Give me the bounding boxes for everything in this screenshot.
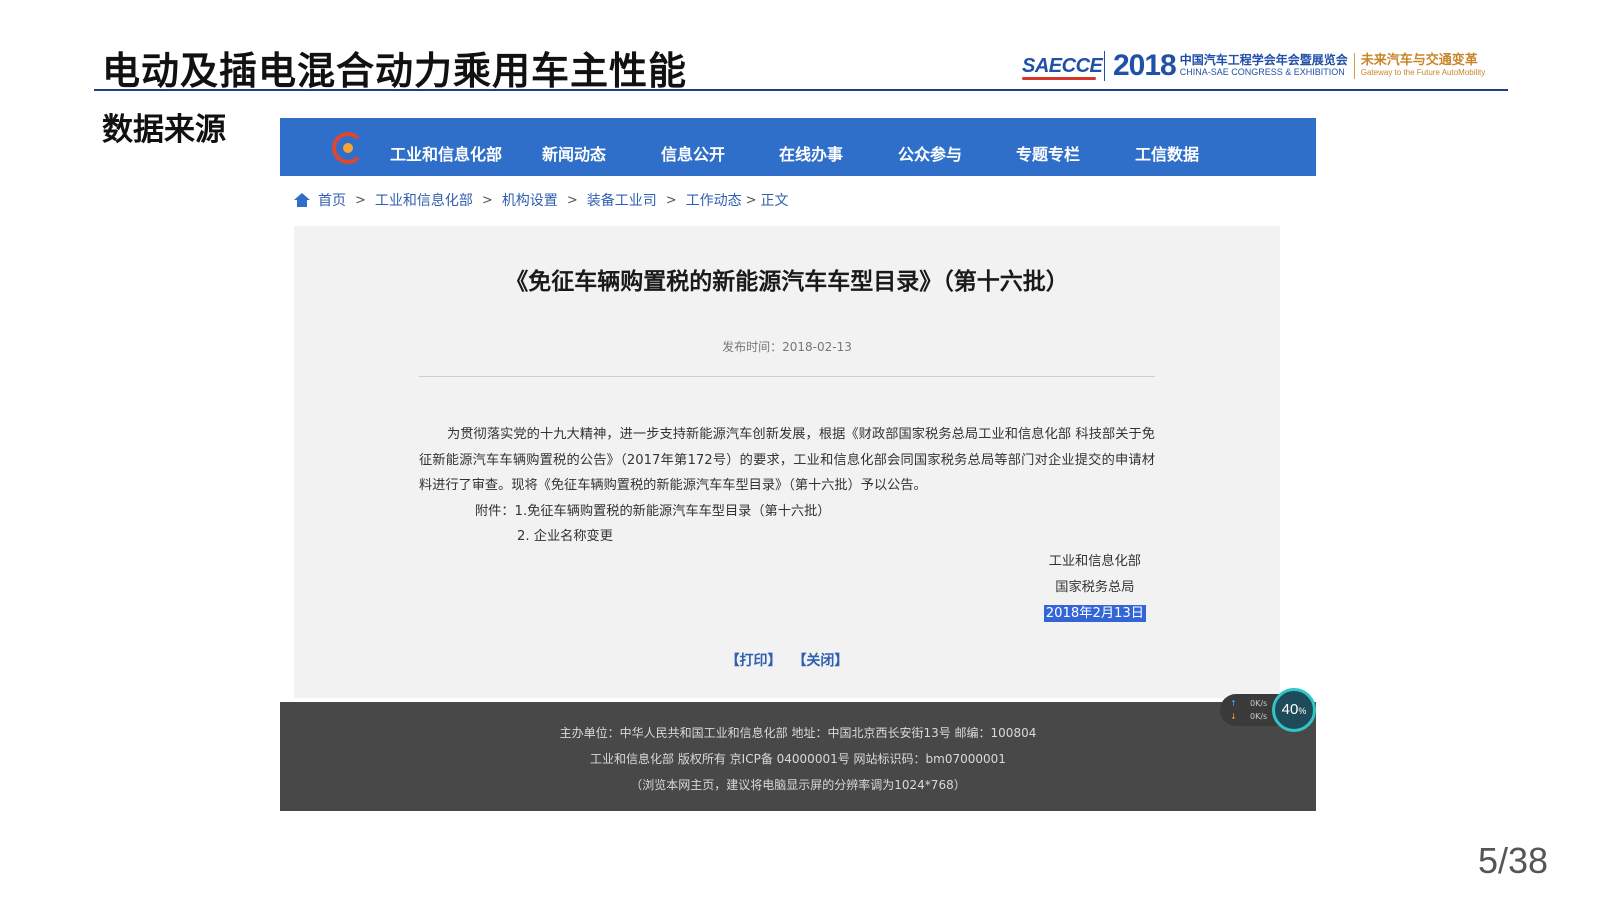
crumb-miit[interactable]: 工业和信息化部 <box>375 190 473 210</box>
attachment-2: 2. 企业名称变更 <box>517 529 613 544</box>
footer-line-1: 主办单位：中华人民共和国工业和信息化部 地址：中国北京西长安街13号 邮编：10… <box>559 726 1037 740</box>
crumb-separator: > <box>665 192 677 208</box>
article-panel: 《免征车辆购置税的新能源汽车车型目录》（第十六批） 发布时间：2018-02-1… <box>294 226 1280 698</box>
site-footer: 主办单位：中华人民共和国工业和信息化部 地址：中国北京西长安街13号 邮编：10… <box>280 702 1316 811</box>
brand-divider-2 <box>1353 53 1355 79</box>
signer-tax-bureau: 国家税务总局 <box>1055 580 1135 595</box>
footer-line-3: （浏览本网主页，建议将电脑显示屏的分辨率调为1024*768） <box>630 778 966 792</box>
crumb-separator: > <box>745 192 757 208</box>
nav-item-news[interactable]: 新闻动态 <box>542 118 606 176</box>
saecce-logo-text: SAECCE <box>1022 54 1103 77</box>
article-title: 《免征车辆购置税的新能源汽车车型目录》（第十六批） <box>505 269 1069 295</box>
conference-brand: SAECCE 2018 中国汽车工程学会年会暨展览会 CHINA-SAE CON… <box>1022 46 1508 86</box>
print-link[interactable]: 【打印】 <box>726 653 782 669</box>
usage-percent-unit: % <box>1298 706 1307 716</box>
usage-percent: 40 <box>1281 701 1299 718</box>
crumb-work-news[interactable]: 工作动态 <box>686 190 742 210</box>
article-signers: 工业和信息化部 国家税务总局 2018年2月13日 <box>1043 549 1146 627</box>
nav-item-public[interactable]: 公众参与 <box>898 118 962 176</box>
logo-swoosh-icon <box>1022 76 1096 80</box>
download-speed: 0K/s <box>1250 712 1268 721</box>
title-divider <box>94 89 1508 91</box>
footer-line-2: 工业和信息化部 版权所有 京ICP备 04000001号 网站标识码：bm070… <box>590 752 1006 766</box>
site-nav-bar: 工业和信息化部 新闻动态 信息公开 在线办事 公众参与 专题专栏 工信数据 <box>280 118 1316 176</box>
crumb-separator: > <box>355 192 366 208</box>
home-icon[interactable] <box>294 193 310 207</box>
brand-year: 2018 <box>1113 49 1177 82</box>
signed-date: 2018年2月13日 <box>1043 605 1146 622</box>
article-paragraph: 为贯彻落实党的十九大精神，进一步支持新能源汽车创新发展，根据《财政部国家税务总局… <box>419 427 1155 493</box>
miit-logo-icon[interactable] <box>332 132 364 164</box>
memory-usage-ring[interactable]: 40% <box>1272 688 1316 732</box>
download-arrow-icon: ↓ <box>1230 712 1237 721</box>
embedded-webpage: 工业和信息化部 新闻动态 信息公开 在线办事 公众参与 专题专栏 工信数据 首页… <box>280 118 1316 811</box>
crumb-equipment-dept[interactable]: 装备工业司 <box>587 190 657 210</box>
article-date: 发布时间：2018-02-13 <box>722 340 852 354</box>
brand-slogan-en: Gateway to the Future AutoMobility <box>1360 67 1486 77</box>
article-body: 为贯彻落实党的十九大精神，进一步支持新能源汽车创新发展，根据《财政部国家税务总局… <box>419 422 1155 550</box>
nav-item-topics[interactable]: 专题专栏 <box>1016 118 1080 176</box>
section-label: 数据来源 <box>102 112 226 148</box>
nav-item-miit[interactable]: 工业和信息化部 <box>390 118 502 176</box>
saecce-logo: SAECCE <box>1022 55 1103 80</box>
brand-name-cn: 中国汽车工程学会年会暨展览会 <box>1179 53 1348 68</box>
brand-name: 中国汽车工程学会年会暨展览会 CHINA-SAE CONGRESS & EXHI… <box>1180 54 1348 77</box>
crumb-current: 正文 <box>760 193 789 209</box>
breadcrumb: 首页 > 工业和信息化部 > 机构设置 > 装备工业司 > 工作动态 > 正文 <box>294 190 789 210</box>
close-link[interactable]: 【关闭】 <box>792 653 848 669</box>
upload-speed: 0K/s <box>1250 699 1268 708</box>
network-speed-widget[interactable]: ↑ 0K/s ↓ 0K/s 40% <box>1220 688 1318 732</box>
crumb-separator: > <box>566 192 578 208</box>
brand-slogan-cn: 未来汽车与交通变革 <box>1360 53 1478 69</box>
article-actions: 【打印】 【关闭】 <box>294 650 1280 670</box>
brand-slogan: 未来汽车与交通变革 Gateway to the Future AutoMobi… <box>1361 54 1486 77</box>
upload-arrow-icon: ↑ <box>1230 699 1237 708</box>
crumb-home[interactable]: 首页 <box>318 190 346 210</box>
article-divider <box>419 376 1155 377</box>
slide-title: 电动及插电混合动力乘用车主性能 <box>102 49 688 93</box>
nav-item-info[interactable]: 信息公开 <box>661 118 725 176</box>
crumb-organization[interactable]: 机构设置 <box>502 190 558 210</box>
nav-item-data[interactable]: 工信数据 <box>1135 118 1199 176</box>
brand-name-en: CHINA-SAE CONGRESS & EXHIBITION <box>1179 66 1345 77</box>
brand-divider <box>1104 51 1105 81</box>
attachment-1: 附件：1.免征车辆购置税的新能源汽车车型目录（第十六批） <box>475 503 831 519</box>
nav-item-online[interactable]: 在线办事 <box>779 118 843 176</box>
crumb-separator: > <box>481 192 493 208</box>
signer-miit: 工业和信息化部 <box>1048 554 1141 569</box>
page-number: 5/38 <box>1478 840 1549 881</box>
